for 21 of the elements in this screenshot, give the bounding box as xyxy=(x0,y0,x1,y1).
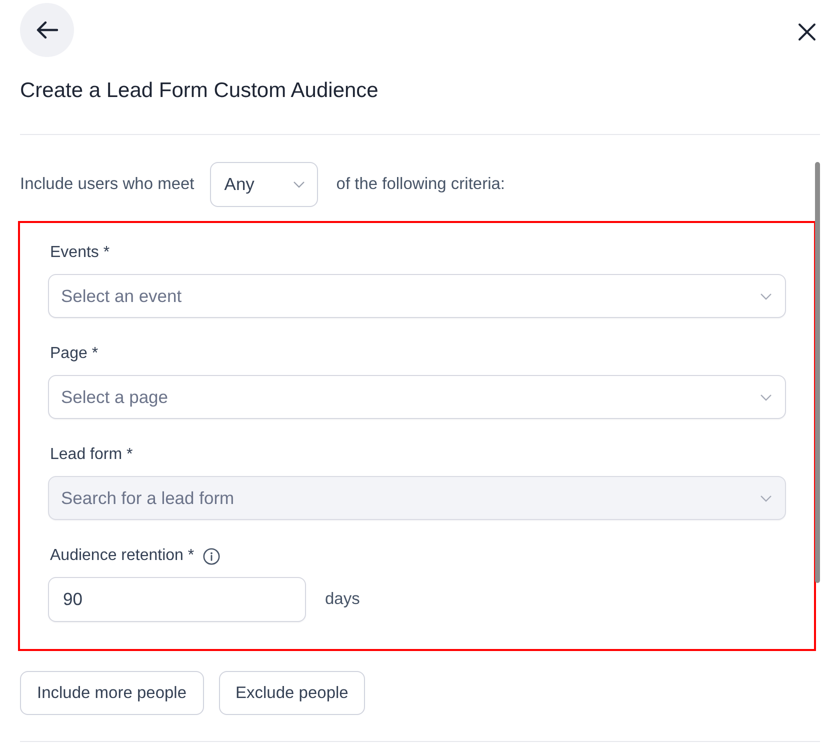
retention-input[interactable]: 90 xyxy=(48,577,306,622)
field-label: Page * xyxy=(50,344,98,364)
back-icon xyxy=(36,21,58,39)
chevron-down-icon xyxy=(293,181,306,188)
chevron-down-icon xyxy=(760,495,772,502)
unit-label: days xyxy=(325,589,360,610)
select-field[interactable]: Select a page xyxy=(48,375,786,419)
chevron-down-icon xyxy=(760,293,772,300)
criteria-suffix-text: of the following criteria: xyxy=(336,174,506,196)
field-label: Audience retention * xyxy=(50,546,194,566)
chevron-down-icon xyxy=(760,394,772,401)
field-label: Events * xyxy=(50,243,110,263)
scrollbar-thumb[interactable] xyxy=(815,162,820,583)
match-dropdown[interactable]: Any xyxy=(210,162,318,207)
action-button[interactable]: Include more people xyxy=(20,671,204,715)
close-icon xyxy=(798,23,816,41)
dialog-title: Create a Lead Form Custom Audience xyxy=(20,79,380,103)
action-button[interactable]: Exclude people xyxy=(218,671,366,715)
criteria-prefix-text: Include users who meet xyxy=(20,174,194,196)
select-field[interactable]: Select an event xyxy=(48,274,786,318)
field-label: Lead form * xyxy=(50,445,133,465)
